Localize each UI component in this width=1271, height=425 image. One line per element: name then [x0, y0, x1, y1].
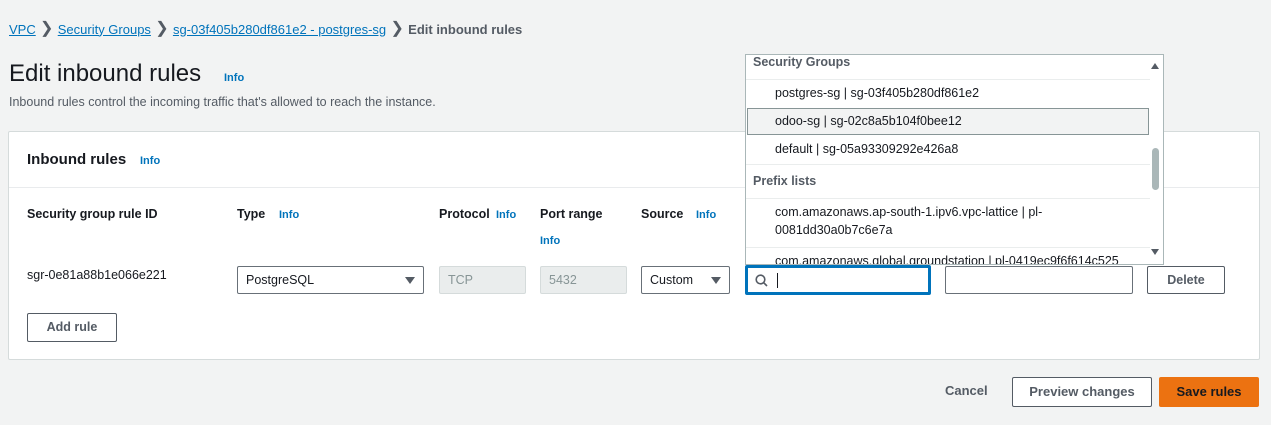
protocol-info-link[interactable]: Info: [496, 209, 516, 221]
dropdown-divider: [746, 198, 1150, 199]
breadcrumb-security-group-link[interactable]: sg-03f405b280df861e2 - postgres-sg: [173, 22, 386, 37]
panel-info-link[interactable]: Info: [140, 155, 160, 167]
caret-down-icon: [405, 277, 415, 284]
source-type-select[interactable]: Custom: [641, 266, 730, 294]
breadcrumb-security-groups-link[interactable]: Security Groups: [58, 22, 151, 37]
dropdown-scrollbar[interactable]: [1152, 148, 1159, 190]
breadcrumb: VPC ❯ Security Groups ❯ sg-03f405b280df8…: [9, 21, 522, 37]
chevron-right-icon: ❯: [155, 20, 169, 37]
dropdown-option-vpc-lattice-line1: com.amazonaws.ap-south-1.ipv6.vpc-lattic…: [775, 205, 1043, 219]
col-header-port-range: Port range: [540, 207, 603, 221]
dropdown-option-odoo-sg[interactable]: odoo-sg | sg-02c8a5b104f0bee12: [747, 108, 1149, 135]
dropdown-option-postgres-sg[interactable]: postgres-sg | sg-03f405b280df861e2: [775, 86, 979, 100]
rule-id-value: sgr-0e81a88b1e066e221: [27, 268, 167, 282]
type-info-link[interactable]: Info: [279, 209, 299, 221]
source-search-input[interactable]: [745, 265, 931, 295]
breadcrumb-current: Edit inbound rules: [408, 21, 523, 37]
dropdown-option-vpc-lattice-line2: 0081dd30a0b7c6e7a: [775, 223, 893, 237]
scroll-down-icon[interactable]: [1151, 249, 1159, 255]
scroll-up-icon[interactable]: [1151, 63, 1159, 69]
port-range-field: 5432: [540, 266, 627, 294]
protocol-field: TCP: [439, 266, 526, 294]
source-type-value: Custom: [650, 273, 694, 287]
dropdown-option-groundstation[interactable]: com.amazonaws.global.groundstation | pl-…: [775, 254, 1119, 264]
dropdown-divider: [746, 79, 1150, 80]
dropdown-option-vpc-lattice[interactable]: com.amazonaws.ap-south-1.ipv6.vpc-lattic…: [775, 205, 1042, 237]
col-header-rule-id: Security group rule ID: [27, 207, 158, 221]
text-cursor: [777, 273, 778, 288]
add-rule-button[interactable]: Add rule: [27, 313, 117, 342]
col-header-protocol: Protocol: [439, 207, 490, 221]
panel-title: Inbound rules: [27, 151, 127, 168]
col-header-type: Type: [237, 207, 266, 221]
dropdown-option-odoo-sg-label: odoo-sg | sg-02c8a5b104f0bee12: [775, 114, 962, 128]
port-range-info-link[interactable]: Info: [540, 235, 560, 247]
dropdown-divider: [746, 247, 1150, 248]
page-description: Inbound rules control the incoming traff…: [9, 95, 436, 109]
dropdown-group-security-groups: Security Groups: [753, 55, 851, 69]
dropdown-group-prefix-lists: Prefix lists: [753, 174, 817, 188]
search-icon: [755, 274, 768, 287]
caret-down-icon: [711, 277, 721, 284]
cancel-button[interactable]: Cancel: [945, 383, 988, 398]
source-dropdown-list[interactable]: Security Groups postgres-sg | sg-03f405b…: [745, 54, 1164, 265]
col-header-source: Source: [641, 207, 684, 221]
page-title: Edit inbound rules: [9, 60, 202, 87]
breadcrumb-vpc-link[interactable]: VPC: [9, 22, 36, 37]
preview-changes-button[interactable]: Preview changes: [1012, 377, 1152, 407]
type-select[interactable]: PostgreSQL: [237, 266, 424, 294]
type-select-value: PostgreSQL: [246, 273, 315, 287]
save-rules-button[interactable]: Save rules: [1159, 377, 1259, 407]
page-info-link[interactable]: Info: [224, 72, 244, 84]
description-input[interactable]: [945, 266, 1133, 294]
chevron-right-icon: ❯: [40, 20, 54, 37]
dropdown-divider: [746, 164, 1150, 165]
source-info-link[interactable]: Info: [696, 209, 716, 221]
dropdown-option-default[interactable]: default | sg-05a93309292e426a8: [775, 142, 958, 156]
chevron-right-icon: ❯: [390, 20, 404, 37]
delete-rule-button[interactable]: Delete: [1147, 266, 1225, 294]
